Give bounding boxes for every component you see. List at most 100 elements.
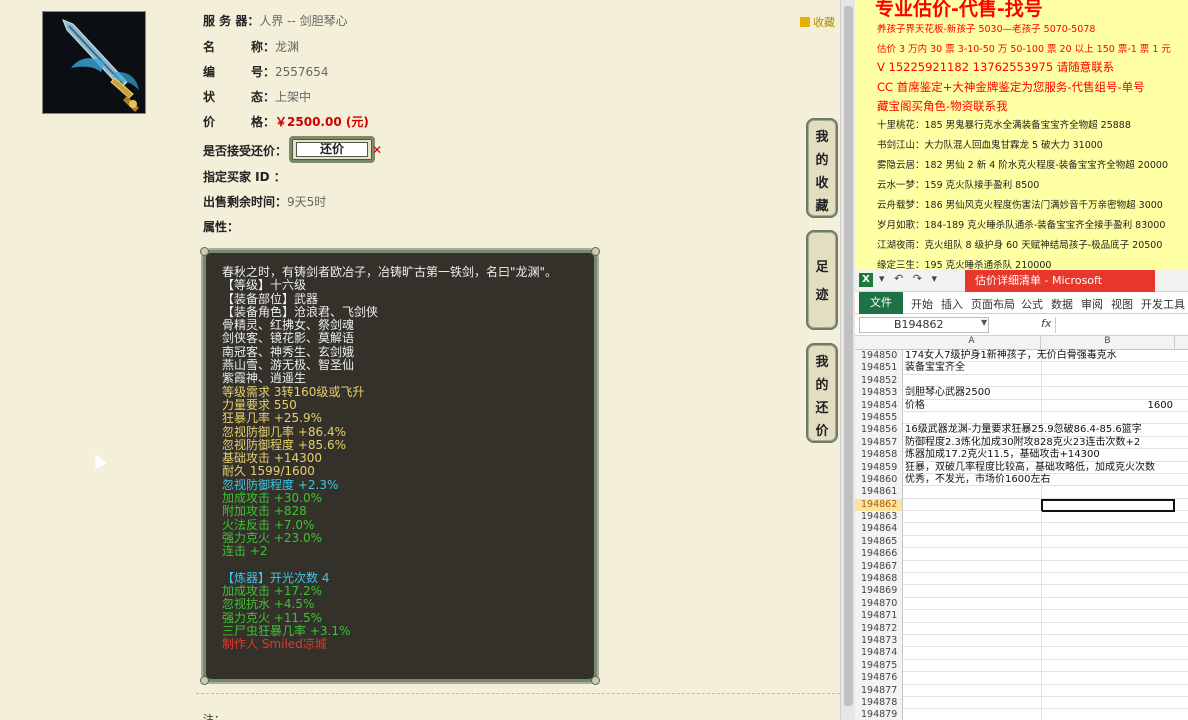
row-number[interactable]: 194855 — [855, 411, 903, 425]
offer-button[interactable]: 还价 — [289, 136, 375, 163]
row-number[interactable]: 194862 — [855, 498, 903, 512]
attribute-line: 忽视抗水 +4.5% — [222, 597, 315, 612]
file-tab[interactable]: 文件 — [859, 292, 903, 314]
cell-a[interactable]: 炼器加成17.2克火11.5，基础攻击+14300 — [905, 449, 1100, 461]
cell-a[interactable]: 防御程度2.3炼化加成30附攻828克火23连击次数+2 — [905, 437, 1140, 449]
ribbon-tab[interactable]: 数据 — [1051, 296, 1073, 312]
grid-line — [1041, 672, 1042, 685]
ribbon-tab[interactable]: 页面布局 — [971, 296, 1015, 312]
row-number[interactable]: 194856 — [855, 424, 903, 437]
row-number[interactable]: 194852 — [855, 374, 903, 388]
attribute-line: 基础攻击 +14300 — [222, 451, 323, 466]
row-number[interactable]: 194850 — [855, 350, 903, 363]
doc-line: 雾隐云居：182 男仙 2 新 4 阶水克火程度-装备宝宝齐全物超 20000 — [877, 160, 1168, 171]
row-number[interactable]: 194879 — [855, 709, 903, 720]
table-row: 194856 16级武器龙渊-力量要求狂暴25.9忽破86.4-85.6篮字 — [855, 424, 1188, 437]
row-number[interactable]: 194853 — [855, 387, 903, 400]
row-number[interactable]: 194867 — [855, 560, 903, 574]
cell-a[interactable]: 优秀，不发光，市场价1600左右 — [905, 474, 1050, 486]
ribbon-tab[interactable]: 插入 — [941, 296, 963, 312]
ribbon-tab[interactable]: 视图 — [1111, 296, 1133, 312]
ribbon-tab[interactable]: 开始 — [911, 296, 933, 312]
row-number[interactable]: 194854 — [855, 399, 903, 412]
excel-titlebar: X ▾ ↶ ↷ ▾ 估价详细清单 - Microsoft Excel(产... — [855, 270, 1188, 309]
row-number[interactable]: 194876 — [855, 672, 903, 685]
attribute-line: 剑侠客、镜花影、莫解语 — [222, 331, 355, 346]
ribbon-tab[interactable]: 审阅 — [1081, 296, 1103, 312]
grid-line — [1041, 523, 1042, 536]
note-label: 注： — [203, 713, 225, 720]
column-header-a[interactable]: A — [903, 336, 1041, 350]
table-row: 194852 — [855, 374, 1188, 388]
id-row: 编 号：2557654 — [203, 65, 329, 79]
row-number[interactable]: 194875 — [855, 659, 903, 673]
selected-cell[interactable] — [1041, 498, 1175, 512]
cell-a[interactable]: 装备宝宝齐全 — [905, 362, 965, 374]
table-row: 194854 价格 1600 — [855, 399, 1188, 412]
item-thumbnail[interactable] — [42, 11, 146, 114]
page-scrollbar[interactable] — [840, 0, 855, 720]
row-number[interactable]: 194868 — [855, 573, 903, 586]
corner-ornament — [200, 676, 209, 685]
server-row: 服 务 器：人界 -- 剑胆琴心 — [203, 14, 348, 28]
tab-footprints[interactable]: 足迹 — [806, 230, 838, 330]
row-number[interactable]: 194859 — [855, 461, 903, 474]
row-number[interactable]: 194866 — [855, 548, 903, 561]
row-number[interactable]: 194878 — [855, 696, 903, 710]
tab-my-favorites[interactable]: 我的收藏 — [806, 118, 838, 218]
scrollbar-thumb[interactable] — [844, 6, 853, 706]
row-number[interactable]: 194871 — [855, 610, 903, 623]
cell-a[interactable]: 剑胆琴心武器2500 — [905, 387, 990, 399]
attribute-line: 【炼器】开光次数 4 — [222, 570, 330, 585]
row-number[interactable]: 194870 — [855, 597, 903, 611]
cell-a[interactable]: 174女人7级护身1新神孩子，无价白骨强毒克水 — [905, 350, 1117, 362]
table-row: 194864 — [855, 523, 1188, 536]
formula-input[interactable] — [1055, 317, 1188, 333]
offer-close-icon[interactable]: ✕ — [372, 143, 382, 157]
grid-line — [1041, 585, 1042, 598]
table-row: 194857 防御程度2.3炼化加成30附攻828克火23连击次数+2 — [855, 436, 1188, 450]
doc-line: 云舟载梦：186 男仙风克火程度伤害法门满妙音千万亲密物超 3000 — [877, 200, 1163, 211]
chevron-down-icon[interactable]: ▼ — [981, 318, 987, 327]
row-number[interactable]: 194873 — [855, 634, 903, 648]
row-number[interactable]: 194869 — [855, 585, 903, 598]
favorite-link[interactable]: 收藏 — [800, 14, 835, 30]
quick-access-toolbar[interactable]: ▾ ↶ ↷ ▾ — [879, 272, 940, 285]
doc-line: 江湖夜雨：克火组队 8 级护身 60 天赋神结局孩子-极品底子 20500 — [877, 240, 1163, 251]
row-number[interactable]: 194857 — [855, 436, 903, 450]
row-number[interactable]: 194858 — [855, 449, 903, 462]
cell-a[interactable]: 价格 — [905, 400, 925, 412]
cell-a[interactable]: 狂暴，双破几率程度比较高，基础攻略低，加成克火次数 — [905, 462, 1155, 474]
doc-line: 云水一梦：159 克火队接手盈利 8500 — [877, 180, 1040, 191]
row-number[interactable]: 194872 — [855, 622, 903, 635]
row-number[interactable]: 194865 — [855, 535, 903, 549]
row-number[interactable]: 194874 — [855, 647, 903, 660]
grid-line — [1041, 610, 1042, 623]
row-number[interactable]: 194861 — [855, 486, 903, 499]
grid-line — [1041, 709, 1042, 720]
attribute-line: 耐久 1599/1600 — [222, 464, 315, 479]
grid-line — [1041, 573, 1042, 586]
column-header-b[interactable]: B — [1041, 336, 1175, 350]
fx-icon[interactable]: fx — [1041, 317, 1051, 330]
row-number[interactable]: 194851 — [855, 362, 903, 375]
row-number[interactable]: 194877 — [855, 684, 903, 697]
ribbon-tab[interactable]: 开发工具 — [1141, 296, 1185, 312]
ribbon-tab[interactable]: 公式 — [1021, 296, 1043, 312]
side-tab-label: 我的收藏 — [815, 130, 829, 214]
table-row: 194875 — [855, 659, 1188, 673]
tab-my-offers[interactable]: 我的还价 — [806, 343, 838, 443]
row-number[interactable]: 194864 — [855, 523, 903, 536]
grid-line — [1041, 548, 1042, 561]
row-number[interactable]: 194860 — [855, 473, 903, 487]
name-box[interactable]: B194862 — [859, 317, 989, 333]
attribute-line: 制作人 Smiled凉城 — [222, 637, 327, 652]
grid-line — [1041, 560, 1042, 574]
cell-b[interactable]: 1600 — [1043, 400, 1173, 412]
table-row: 194878 — [855, 696, 1188, 710]
table-row: 194865 — [855, 535, 1188, 549]
cell-a[interactable]: 16级武器龙渊-力量要求狂暴25.9忽破86.4-85.6篮字 — [905, 424, 1142, 436]
row-number[interactable]: 194863 — [855, 511, 903, 524]
table-row: 194874 — [855, 647, 1188, 660]
grid-line — [1041, 684, 1042, 697]
